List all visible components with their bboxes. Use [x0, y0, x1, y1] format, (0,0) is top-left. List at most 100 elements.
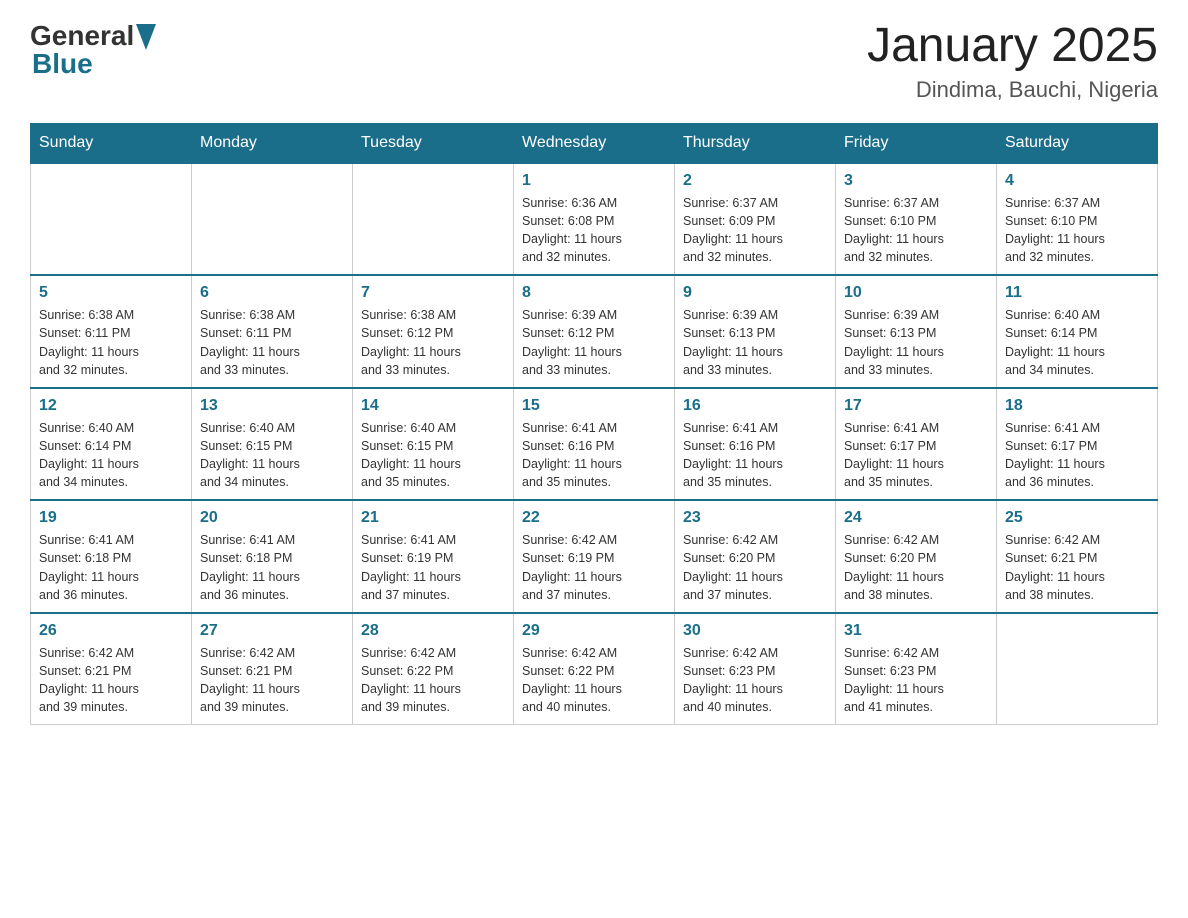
day-info: Sunrise: 6:42 AM Sunset: 6:21 PM Dayligh… — [39, 644, 183, 717]
day-info: Sunrise: 6:40 AM Sunset: 6:14 PM Dayligh… — [1005, 306, 1149, 379]
calendar-cell: 1Sunrise: 6:36 AM Sunset: 6:08 PM Daylig… — [514, 163, 675, 276]
calendar-cell: 17 Sunrise: 6:41 AM Sunset: 6:17 PM Dayli… — [836, 388, 997, 501]
day-info: Sunrise: 6:42 AM Sunset: 6:20 PM Dayligh… — [683, 531, 827, 604]
day-info: Sunrise: 6:41 AM Sunset: 6:18 PM Dayligh… — [200, 531, 344, 604]
day-info: Sunrise: 6:39 AM Sunset: 6:13 PM Dayligh… — [844, 306, 988, 379]
day-number: 8 — [522, 284, 666, 302]
calendar-cell: 21 Sunrise: 6:41 AM Sunset: 6:19 PM Dayli… — [353, 500, 514, 613]
day-number: 22 — [522, 509, 666, 527]
calendar-cell: 18 Sunrise: 6:41 AM Sunset: 6:17 PM Dayli… — [997, 388, 1158, 501]
day-number: 21 — [361, 509, 505, 527]
day-number: 17 — [844, 397, 988, 415]
day-number: 27 — [200, 622, 344, 640]
calendar-cell: 9Sunrise: 6:39 AM Sunset: 6:13 PM Daylig… — [675, 275, 836, 388]
day-info: Sunrise: 6:41 AM Sunset: 6:18 PM Dayligh… — [39, 531, 183, 604]
day-info: Sunrise: 6:42 AM Sunset: 6:23 PM Dayligh… — [844, 644, 988, 717]
day-info: Sunrise: 6:37 AM Sunset: 6:09 PM Dayligh… — [683, 194, 827, 267]
calendar-cell — [31, 163, 192, 276]
calendar-cell: 29Sunrise: 6:42 AM Sunset: 6:22 PM Dayli… — [514, 613, 675, 725]
day-number: 24 — [844, 509, 988, 527]
day-number: 19 — [39, 509, 183, 527]
calendar-cell: 7 Sunrise: 6:38 AM Sunset: 6:12 PM Daylig… — [353, 275, 514, 388]
day-number: 13 — [200, 397, 344, 415]
title-block: January 2025 Dindima, Bauchi, Nigeria — [867, 20, 1158, 103]
day-info: Sunrise: 6:39 AM Sunset: 6:13 PM Dayligh… — [683, 306, 827, 379]
calendar-cell: 26 Sunrise: 6:42 AM Sunset: 6:21 PM Dayli… — [31, 613, 192, 725]
day-info: Sunrise: 6:40 AM Sunset: 6:14 PM Dayligh… — [39, 419, 183, 492]
day-info: Sunrise: 6:37 AM Sunset: 6:10 PM Dayligh… — [844, 194, 988, 267]
day-info: Sunrise: 6:42 AM Sunset: 6:23 PM Dayligh… — [683, 644, 827, 717]
calendar-day-header: Friday — [836, 123, 997, 163]
calendar-day-header: Tuesday — [353, 123, 514, 163]
day-number: 14 — [361, 397, 505, 415]
calendar-cell: 25 Sunrise: 6:42 AM Sunset: 6:21 PM Dayli… — [997, 500, 1158, 613]
calendar-cell: 4 Sunrise: 6:37 AM Sunset: 6:10 PM Daylig… — [997, 163, 1158, 276]
logo-arrow-icon — [136, 24, 156, 50]
calendar-header-row: SundayMondayTuesdayWednesdayThursdayFrid… — [31, 123, 1158, 163]
day-info: Sunrise: 6:39 AM Sunset: 6:12 PM Dayligh… — [522, 306, 666, 379]
calendar-week-row: 26 Sunrise: 6:42 AM Sunset: 6:21 PM Dayli… — [31, 613, 1158, 725]
day-number: 5 — [39, 284, 183, 302]
day-number: 25 — [1005, 509, 1149, 527]
calendar-day-header: Wednesday — [514, 123, 675, 163]
day-info: Sunrise: 6:38 AM Sunset: 6:12 PM Dayligh… — [361, 306, 505, 379]
calendar-table: SundayMondayTuesdayWednesdayThursdayFrid… — [30, 123, 1158, 726]
calendar-cell: 2 Sunrise: 6:37 AM Sunset: 6:09 PM Daylig… — [675, 163, 836, 276]
day-info: Sunrise: 6:38 AM Sunset: 6:11 PM Dayligh… — [39, 306, 183, 379]
location-text: Dindima, Bauchi, Nigeria — [867, 77, 1158, 103]
day-number: 30 — [683, 622, 827, 640]
day-info: Sunrise: 6:41 AM Sunset: 6:16 PM Dayligh… — [522, 419, 666, 492]
calendar-cell: 15 Sunrise: 6:41 AM Sunset: 6:16 PM Dayli… — [514, 388, 675, 501]
calendar-day-header: Thursday — [675, 123, 836, 163]
day-number: 10 — [844, 284, 988, 302]
day-number: 15 — [522, 397, 666, 415]
day-info: Sunrise: 6:41 AM Sunset: 6:19 PM Dayligh… — [361, 531, 505, 604]
calendar-cell: 31 Sunrise: 6:42 AM Sunset: 6:23 PM Dayli… — [836, 613, 997, 725]
day-number: 2 — [683, 172, 827, 190]
calendar-cell: 12Sunrise: 6:40 AM Sunset: 6:14 PM Dayli… — [31, 388, 192, 501]
calendar-cell: 30 Sunrise: 6:42 AM Sunset: 6:23 PM Dayli… — [675, 613, 836, 725]
day-number: 18 — [1005, 397, 1149, 415]
calendar-day-header: Sunday — [31, 123, 192, 163]
day-info: Sunrise: 6:40 AM Sunset: 6:15 PM Dayligh… — [200, 419, 344, 492]
day-number: 26 — [39, 622, 183, 640]
page-header: General Blue January 2025 Dindima, Bauch… — [30, 20, 1158, 103]
calendar-cell: 6 Sunrise: 6:38 AM Sunset: 6:11 PM Daylig… — [192, 275, 353, 388]
day-info: Sunrise: 6:40 AM Sunset: 6:15 PM Dayligh… — [361, 419, 505, 492]
day-number: 23 — [683, 509, 827, 527]
day-info: Sunrise: 6:42 AM Sunset: 6:21 PM Dayligh… — [200, 644, 344, 717]
day-number: 29 — [522, 622, 666, 640]
day-number: 6 — [200, 284, 344, 302]
calendar-week-row: 1Sunrise: 6:36 AM Sunset: 6:08 PM Daylig… — [31, 163, 1158, 276]
calendar-cell: 10 Sunrise: 6:39 AM Sunset: 6:13 PM Dayli… — [836, 275, 997, 388]
calendar-cell: 5 Sunrise: 6:38 AM Sunset: 6:11 PM Daylig… — [31, 275, 192, 388]
day-info: Sunrise: 6:42 AM Sunset: 6:19 PM Dayligh… — [522, 531, 666, 604]
day-info: Sunrise: 6:41 AM Sunset: 6:17 PM Dayligh… — [1005, 419, 1149, 492]
day-number: 4 — [1005, 172, 1149, 190]
month-title: January 2025 — [867, 20, 1158, 73]
calendar-cell: 19 Sunrise: 6:41 AM Sunset: 6:18 PM Dayli… — [31, 500, 192, 613]
calendar-cell: 20 Sunrise: 6:41 AM Sunset: 6:18 PM Dayli… — [192, 500, 353, 613]
calendar-cell: 14 Sunrise: 6:40 AM Sunset: 6:15 PM Dayli… — [353, 388, 514, 501]
day-number: 7 — [361, 284, 505, 302]
calendar-cell: 24 Sunrise: 6:42 AM Sunset: 6:20 PM Dayli… — [836, 500, 997, 613]
logo: General Blue — [30, 20, 156, 80]
day-number: 31 — [844, 622, 988, 640]
day-info: Sunrise: 6:42 AM Sunset: 6:22 PM Dayligh… — [361, 644, 505, 717]
day-info: Sunrise: 6:41 AM Sunset: 6:17 PM Dayligh… — [844, 419, 988, 492]
day-number: 20 — [200, 509, 344, 527]
day-info: Sunrise: 6:42 AM Sunset: 6:21 PM Dayligh… — [1005, 531, 1149, 604]
day-info: Sunrise: 6:38 AM Sunset: 6:11 PM Dayligh… — [200, 306, 344, 379]
calendar-cell: 23 Sunrise: 6:42 AM Sunset: 6:20 PM Dayli… — [675, 500, 836, 613]
calendar-week-row: 19 Sunrise: 6:41 AM Sunset: 6:18 PM Dayli… — [31, 500, 1158, 613]
day-info: Sunrise: 6:42 AM Sunset: 6:20 PM Dayligh… — [844, 531, 988, 604]
calendar-cell: 13 Sunrise: 6:40 AM Sunset: 6:15 PM Dayli… — [192, 388, 353, 501]
day-info: Sunrise: 6:37 AM Sunset: 6:10 PM Dayligh… — [1005, 194, 1149, 267]
calendar-week-row: 12Sunrise: 6:40 AM Sunset: 6:14 PM Dayli… — [31, 388, 1158, 501]
day-info: Sunrise: 6:36 AM Sunset: 6:08 PM Dayligh… — [522, 194, 666, 267]
calendar-cell — [192, 163, 353, 276]
calendar-day-header: Monday — [192, 123, 353, 163]
logo-blue-text: Blue — [32, 48, 93, 80]
calendar-cell: 3Sunrise: 6:37 AM Sunset: 6:10 PM Daylig… — [836, 163, 997, 276]
calendar-cell: 8 Sunrise: 6:39 AM Sunset: 6:12 PM Daylig… — [514, 275, 675, 388]
